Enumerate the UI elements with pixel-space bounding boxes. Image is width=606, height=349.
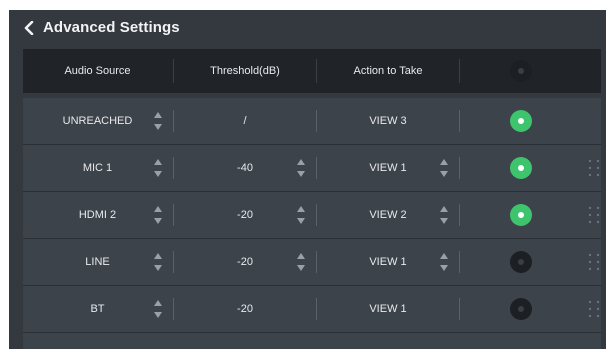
threshold-value: /: [243, 115, 247, 127]
action-stepper-icon[interactable]: [439, 157, 449, 179]
status-toggle-icon[interactable]: [510, 157, 532, 179]
table-row[interactable]: LINE -20 VIEW 1: [23, 239, 601, 286]
column-divider: [173, 110, 174, 132]
title-bar: Advanced Settings: [9, 10, 606, 45]
column-header-action: Action to Take: [353, 65, 423, 77]
column-header-status: [461, 49, 581, 93]
audio-source-stepper-icon[interactable]: [153, 251, 163, 273]
table-row[interactable]: BT -20 VIEW 1: [23, 286, 601, 333]
action-value: VIEW 1: [369, 303, 407, 315]
audio-source-value: HDMI 2: [78, 209, 117, 221]
action-stepper-icon[interactable]: [439, 204, 449, 226]
column-divider: [459, 110, 460, 132]
threshold-value: -20: [237, 303, 253, 315]
threshold-value: -40: [237, 162, 253, 174]
table-row[interactable]: UNREACHED / VIEW 3: [23, 98, 601, 145]
audio-source-value: MIC 1: [82, 162, 113, 174]
column-divider: [459, 298, 460, 320]
audio-source-stepper-icon[interactable]: [153, 298, 163, 320]
audio-source-stepper-icon[interactable]: [153, 157, 163, 179]
column-divider: [316, 298, 317, 320]
column-divider: [173, 298, 174, 320]
threshold-value: -20: [237, 256, 253, 268]
status-toggle-icon[interactable]: [510, 110, 532, 132]
action-stepper-icon[interactable]: [439, 251, 449, 273]
page-title: Advanced Settings: [43, 19, 180, 36]
advanced-settings-window: Advanced Settings Audio Source Threshold…: [9, 10, 606, 349]
column-divider: [173, 204, 174, 226]
action-value: VIEW 3: [369, 115, 407, 127]
status-cell: [461, 98, 581, 144]
table-row-partial: [23, 333, 601, 349]
action-value: VIEW 1: [369, 162, 407, 174]
column-header-audio-source: Audio Source: [64, 65, 131, 77]
status-toggle-icon[interactable]: [510, 251, 532, 273]
threshold-stepper-icon[interactable]: [296, 157, 306, 179]
column-divider: [173, 157, 174, 179]
drag-handle-icon[interactable]: [588, 300, 600, 318]
column-divider: [316, 204, 317, 226]
drag-handle-icon[interactable]: [588, 206, 600, 224]
table-row[interactable]: MIC 1 -40 VIEW 1: [23, 145, 601, 192]
column-divider: [173, 251, 174, 273]
status-toggle-icon[interactable]: [510, 204, 532, 226]
action-value: VIEW 1: [369, 256, 407, 268]
column-divider: [459, 204, 460, 226]
drag-handle-icon[interactable]: [588, 253, 600, 271]
status-cell: [461, 286, 581, 332]
status-toggle-icon[interactable]: [510, 298, 532, 320]
audio-source-stepper-icon[interactable]: [153, 204, 163, 226]
status-cell: [461, 145, 581, 191]
column-header-threshold: Threshold(dB): [210, 65, 280, 77]
column-divider: [459, 59, 460, 83]
threshold-stepper-icon[interactable]: [296, 251, 306, 273]
column-divider: [316, 110, 317, 132]
audio-source-value: BT: [90, 303, 105, 315]
threshold-stepper-icon[interactable]: [296, 204, 306, 226]
column-divider: [459, 157, 460, 179]
column-divider: [316, 59, 317, 83]
settings-table: Audio Source Threshold(dB) Action to Tak…: [23, 49, 601, 349]
column-divider: [173, 59, 174, 83]
drag-handle-icon[interactable]: [588, 159, 600, 177]
status-cell: [461, 192, 581, 238]
audio-source-value: UNREACHED: [62, 115, 133, 127]
table-header: Audio Source Threshold(dB) Action to Tak…: [23, 49, 601, 93]
audio-source-stepper-icon[interactable]: [153, 110, 163, 132]
column-divider: [316, 251, 317, 273]
back-chevron-icon[interactable]: [23, 20, 39, 36]
column-divider: [459, 251, 460, 273]
action-value: VIEW 2: [369, 209, 407, 221]
column-divider: [316, 157, 317, 179]
threshold-value: -20: [237, 209, 253, 221]
header-status-indicator-icon: [510, 60, 532, 82]
status-cell: [461, 239, 581, 285]
audio-source-value: LINE: [85, 256, 110, 268]
table-row[interactable]: HDMI 2 -20 VIEW 2: [23, 192, 601, 239]
